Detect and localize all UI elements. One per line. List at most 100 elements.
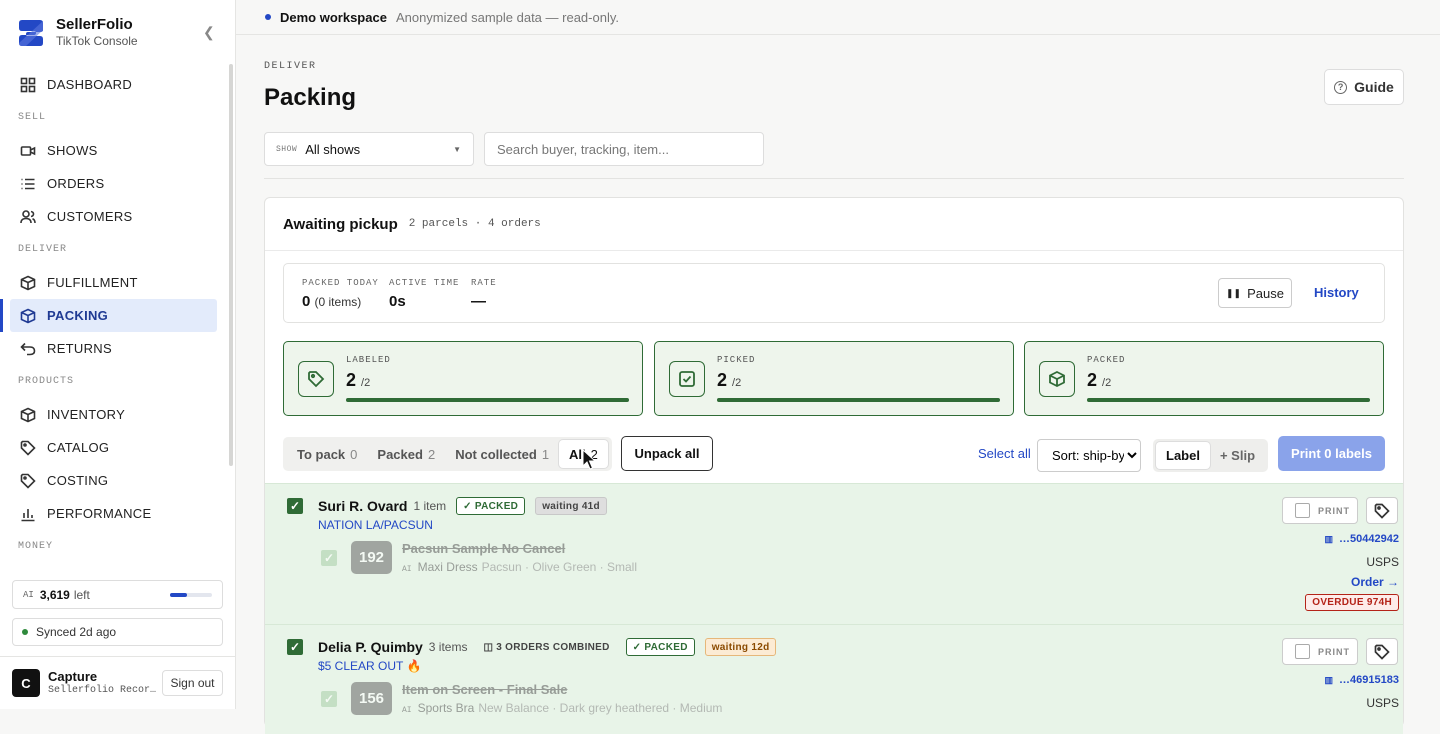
print-checkbox[interactable]: PRINT — [1282, 497, 1358, 524]
sidebar-item-label: CATALOG — [47, 440, 110, 455]
guide-button[interactable]: ? Guide — [1324, 69, 1404, 105]
sidebar-scrollbar[interactable] — [229, 64, 233, 466]
sidebar-item-fulfillment[interactable]: FULFILLMENT — [10, 266, 217, 299]
tab-to-pack[interactable]: To pack 0 — [287, 440, 367, 468]
show-select[interactable]: SHOW All shows ▼ — [264, 132, 474, 166]
mode-slip-button[interactable]: + Slip — [1210, 442, 1265, 469]
sellerfolio-logo — [19, 20, 43, 46]
item-details: AI Sports Bra New Balance · Dark grey heat… — [402, 701, 722, 715]
sidebar-item-orders[interactable]: ORDERS — [10, 167, 217, 200]
stat-value: 0 (0 items) — [302, 293, 379, 310]
tag-icon — [298, 361, 334, 397]
progress-packed: PACKED 2 /2 — [1024, 341, 1384, 416]
stat-value: — — [471, 293, 486, 310]
tab-count: 2 — [427, 446, 436, 462]
print-checkbox[interactable]: PRINT — [1282, 638, 1358, 665]
buyer-name[interactable]: Suri R. Ovard — [318, 498, 407, 514]
stat-label: RATE — [471, 278, 497, 288]
sidebar-item-catalog[interactable]: CATALOG — [10, 431, 217, 464]
stat-packed-today: PACKED TODAY 0 (0 items) — [302, 278, 379, 310]
tab-count: 0 — [350, 446, 358, 462]
tracking-link[interactable]: ▥ …50442942 — [1325, 533, 1399, 545]
tab-not-collected[interactable]: Not collected 1 — [445, 440, 559, 468]
parcel-checkbox[interactable]: ✓ — [287, 498, 303, 514]
item-title: Maxi Dress — [417, 560, 478, 574]
progress-label: PACKED — [1087, 355, 1126, 365]
label-tag-button[interactable] — [1366, 638, 1398, 665]
show-link[interactable]: NATION LA/PACSUN — [318, 518, 433, 532]
awaiting-pickup-card: Awaiting pickup 2 parcels · 4 orders PAC… — [264, 197, 1404, 734]
sidebar-item-costing[interactable]: COSTING — [10, 464, 217, 497]
page-eyebrow: DELIVER — [264, 61, 317, 72]
user-name: Capture — [48, 668, 98, 684]
sidebar-item-inventory[interactable]: INVENTORY — [10, 398, 217, 431]
pause-button[interactable]: ❚❚ Pause — [1218, 278, 1292, 308]
mouse-cursor-icon — [582, 449, 596, 470]
mode-label-button[interactable]: Label — [1156, 442, 1210, 469]
ai-credits-bar — [170, 593, 212, 597]
combined-icon: ◫ — [483, 641, 494, 653]
history-link[interactable]: History — [1314, 285, 1359, 300]
sidebar-item-label: PERFORMANCE — [47, 506, 152, 521]
sidebar-item-dashboard[interactable]: DASHBOARD — [10, 68, 217, 101]
sync-status: Synced 2d ago — [12, 618, 223, 646]
tab-packed[interactable]: Packed 2 — [367, 440, 445, 468]
item-checkbox[interactable]: ✓ — [321, 690, 337, 707]
tab-label: Not collected — [455, 446, 537, 462]
item-number: 156 — [351, 682, 392, 715]
overdue-badge: OVERDUE 974H — [1305, 594, 1399, 611]
tracking-number: …46915183 — [1339, 674, 1399, 686]
barcode-icon: ▥ — [1324, 675, 1334, 685]
progress-count: 2 — [717, 370, 728, 390]
ai-credits-fill — [170, 593, 187, 597]
sidebar-item-returns[interactable]: RETURNS — [10, 332, 217, 365]
sidebar-item-packing[interactable]: PACKING — [10, 299, 217, 332]
collapse-sidebar-icon[interactable]: ❮ — [203, 24, 215, 41]
progress-label: LABELED — [346, 355, 391, 365]
sign-out-button[interactable]: Sign out — [162, 670, 223, 696]
sidebar-item-performance[interactable]: PERFORMANCE — [10, 497, 217, 530]
ai-credits-value: 3,619 — [39, 587, 70, 602]
ai-tag: AI — [402, 565, 412, 574]
sidebar-item-label: DASHBOARD — [47, 77, 133, 92]
sidebar-nav: DASHBOARD SELL SHOWS ORDERS CUSTOMERS DE… — [10, 68, 217, 563]
parcel-checkbox[interactable]: ✓ — [287, 639, 303, 655]
unpack-all-button[interactable]: Unpack all — [621, 436, 713, 471]
progress-value: 2 /2 — [717, 370, 741, 391]
stat-items: (0 items) — [314, 295, 362, 309]
sidebar-item-label: COSTING — [47, 473, 109, 488]
select-all-link[interactable]: Select all — [978, 446, 1031, 461]
sidebar-item-label: PACKING — [47, 308, 109, 323]
sync-text: Synced 2d ago — [36, 625, 117, 639]
search-input[interactable] — [484, 132, 764, 166]
label-tag-button[interactable] — [1366, 497, 1398, 524]
print-labels-button[interactable]: Print 0 labels — [1278, 436, 1385, 471]
ai-tag: AI — [402, 706, 412, 715]
tag-icon — [20, 473, 36, 489]
tracking-link[interactable]: ▥ …46915183 — [1325, 674, 1399, 686]
progress-bar — [717, 398, 1000, 402]
order-link[interactable]: Order → — [1351, 575, 1399, 589]
sidebar-item-customers[interactable]: CUSTOMERS — [10, 200, 217, 233]
sidebar: SellerFolio TikTok Console ❮ DASHBOARD S… — [0, 0, 236, 709]
carrier: USPS — [1366, 696, 1399, 710]
progress-value: 2 /2 — [346, 370, 370, 391]
user-panel: C Capture Sellerfolio Recor… Sign out — [0, 656, 236, 709]
sidebar-item-label: ORDERS — [47, 176, 105, 191]
line-item: ✓ 156 Item on Screen - Final Sale AI Spor… — [321, 682, 722, 715]
card-meta: 2 parcels · 4 orders — [408, 218, 541, 230]
bar-chart-icon — [21, 508, 35, 521]
buyer-name[interactable]: Delia P. Quimby — [318, 639, 423, 655]
progress-bar — [346, 398, 629, 402]
brand[interactable]: SellerFolio TikTok Console — [18, 17, 138, 49]
show-link[interactable]: $5 CLEAR OUT 🔥 — [318, 659, 421, 673]
waiting-badge: waiting 12d — [704, 638, 777, 656]
sidebar-item-shows[interactable]: SHOWS — [10, 134, 217, 167]
sort-select[interactable]: Sort: ship-by — [1037, 439, 1141, 472]
box-icon — [1039, 361, 1075, 397]
page-title: Packing — [264, 84, 357, 111]
section-products: PRODUCTS — [18, 376, 75, 387]
item-desc: New Balance · Dark grey heathered · Medi… — [478, 701, 723, 715]
item-checkbox[interactable]: ✓ — [321, 549, 337, 566]
sidebar-item-label: INVENTORY — [47, 407, 126, 422]
